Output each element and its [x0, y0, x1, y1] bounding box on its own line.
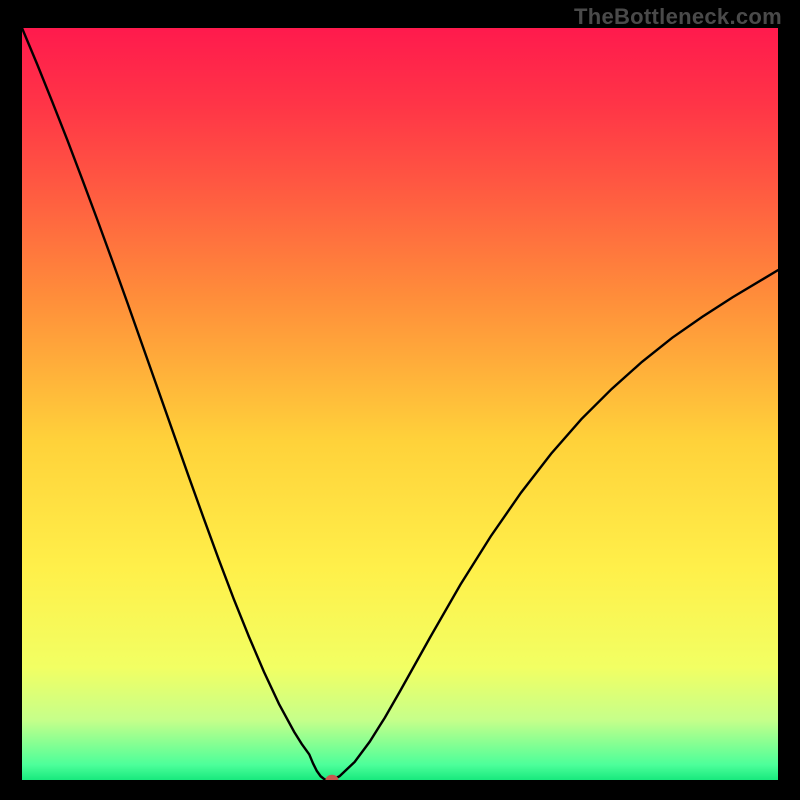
watermark-label: TheBottleneck.com — [574, 4, 782, 30]
bottleneck-chart — [22, 28, 778, 780]
plot-area — [22, 28, 778, 780]
gradient-background — [22, 28, 778, 780]
chart-frame: TheBottleneck.com — [0, 0, 800, 800]
